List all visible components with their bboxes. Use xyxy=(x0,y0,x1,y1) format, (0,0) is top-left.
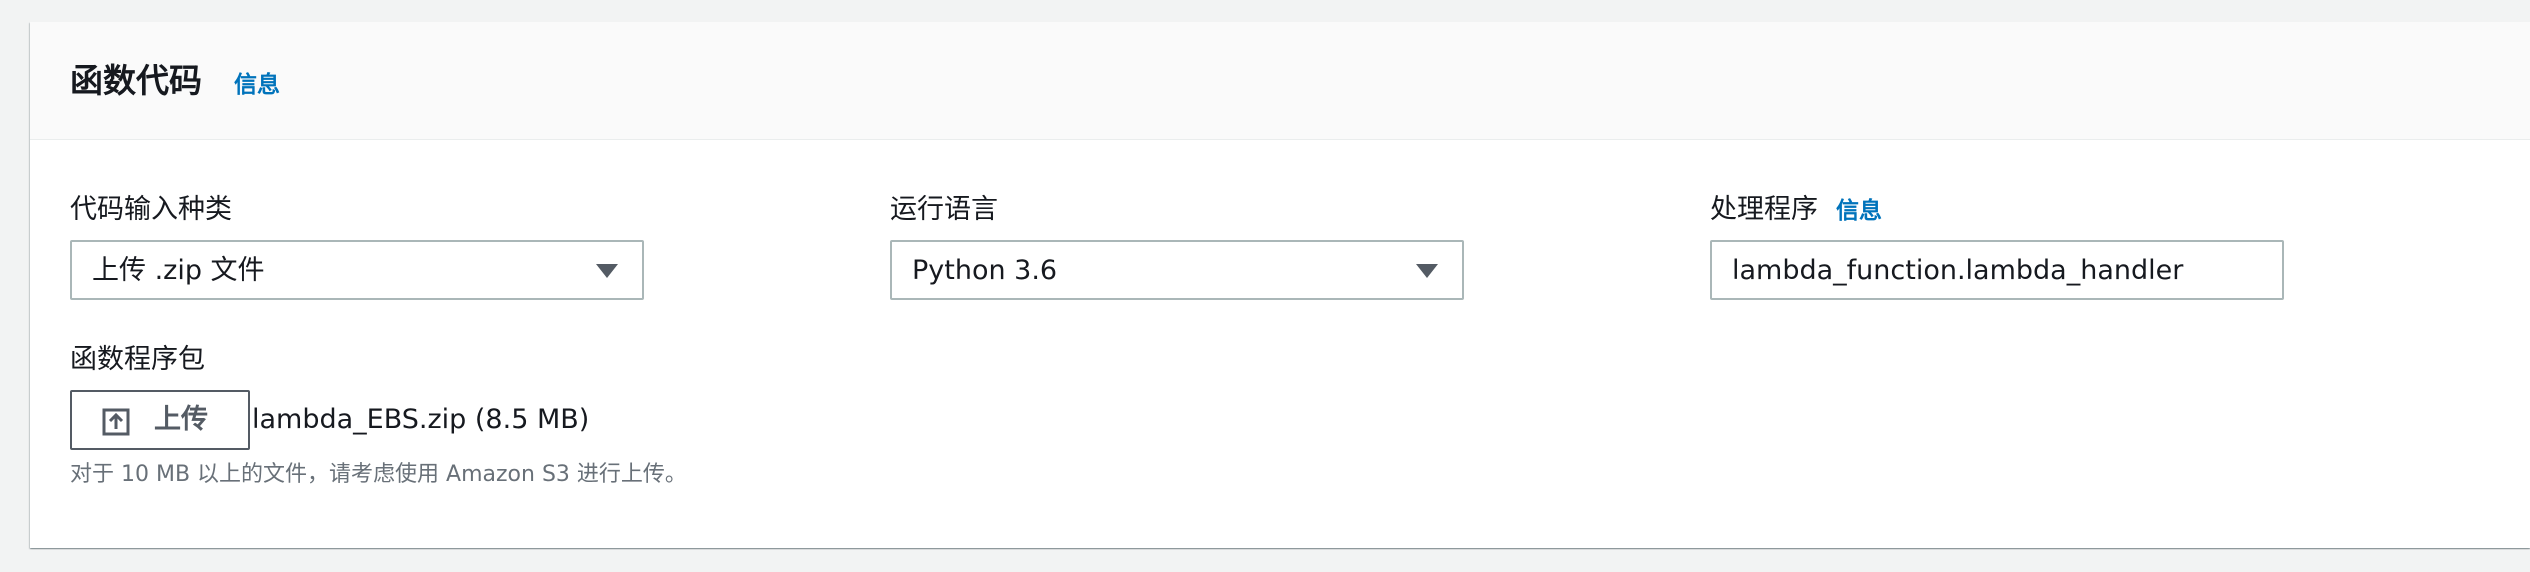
runtime-select[interactable]: Python 3.6 xyxy=(890,240,1464,300)
runtime-label: 运行语言 xyxy=(890,194,998,225)
panel-title: 函数代码 xyxy=(70,61,202,100)
runtime-value: Python 3.6 xyxy=(912,255,1058,286)
handler-label: 处理程序 xyxy=(1710,194,1818,225)
code-entry-type-value: 上传 .zip 文件 xyxy=(92,255,265,286)
uploaded-file-name: lambda_EBS.zip (8.5 MB) xyxy=(252,404,590,435)
upload-button[interactable]: 上传 xyxy=(70,390,250,450)
panel-header: 函数代码 信息 xyxy=(30,22,2530,140)
upload-icon xyxy=(102,408,130,436)
upload-button-label: 上传 xyxy=(154,404,208,435)
code-entry-type-label: 代码输入种类 xyxy=(70,194,232,225)
function-code-panel: 函数代码 信息 代码输入种类 上传 .zip 文件 运行语言 Python 3.… xyxy=(30,22,2530,548)
caret-down-icon xyxy=(1416,264,1438,278)
handler-input[interactable] xyxy=(1710,240,2284,300)
header-info-link[interactable]: 信息 xyxy=(234,70,280,100)
handler-label-row: 处理程序 信息 xyxy=(1710,192,1882,229)
code-entry-type-select[interactable]: 上传 .zip 文件 xyxy=(70,240,644,300)
handler-info-link[interactable]: 信息 xyxy=(1836,198,1882,224)
function-package-label: 函数程序包 xyxy=(70,344,205,375)
upload-hint: 对于 10 MB 以上的文件，请考虑使用 Amazon S3 进行上传。 xyxy=(70,462,687,487)
caret-down-icon xyxy=(596,264,618,278)
